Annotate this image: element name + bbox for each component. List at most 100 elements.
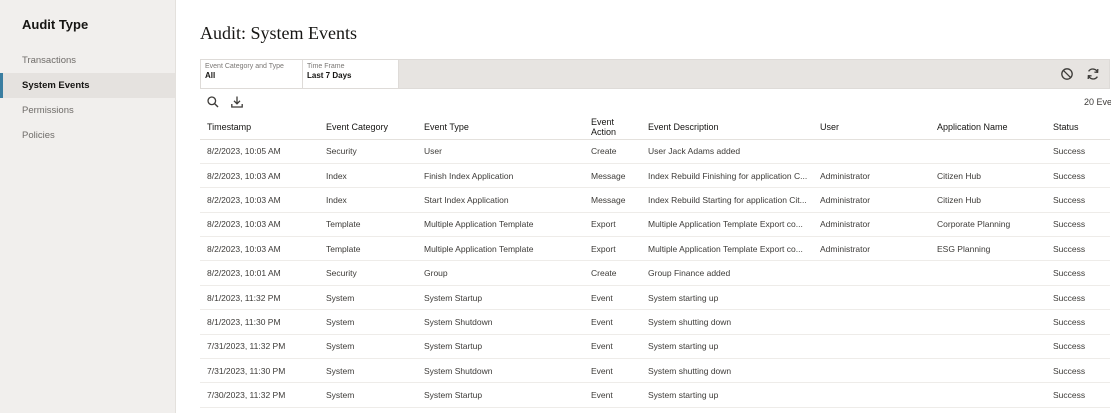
sidebar-item-permissions[interactable]: Permissions	[0, 98, 175, 123]
cell-application-name: ESG Planning	[930, 236, 1046, 262]
table-row[interactable]: 8/2/2023, 10:05 AM Security User Create User…	[200, 139, 1110, 164]
sidebar-item-system-events[interactable]: System Events	[0, 73, 175, 98]
header-event-action[interactable]: Event Action	[584, 115, 641, 140]
table-row[interactable]: 8/2/2023, 10:03 AM Index Start Index Appli…	[200, 187, 1110, 213]
filter-bar: Event Category and Type All Time Frame L…	[200, 59, 1110, 89]
cell-event-action: Create	[584, 139, 641, 164]
table-row[interactable]: 7/31/2023, 11:32 PM System System Startup E…	[200, 334, 1110, 360]
table-row[interactable]: 7/30/2023, 11:32 PM System System Startup E…	[200, 382, 1110, 408]
cell-status: Success	[1046, 358, 1110, 384]
cell-application-name	[930, 139, 1046, 164]
refresh-icon[interactable]	[1085, 66, 1101, 82]
timeframe-filter[interactable]: Time Frame Last 7 Days	[303, 60, 399, 88]
header-event-type[interactable]: Event Type	[417, 115, 584, 140]
cell-application-name	[930, 260, 1046, 286]
table-row[interactable]: 7/31/2023, 11:30 PM System System Shutdown…	[200, 358, 1110, 384]
cell-application-name: Citizen Hub	[930, 187, 1046, 213]
category-filter-value: All	[205, 71, 216, 80]
cell-timestamp: 8/2/2023, 10:03 AM	[200, 236, 319, 262]
download-icon[interactable]	[230, 95, 244, 109]
cell-application-name	[930, 358, 1046, 384]
cell-event-action: Event	[584, 382, 641, 408]
table-row[interactable]: 8/2/2023, 10:01 AM Security Group Create Gro…	[200, 260, 1110, 286]
header-status[interactable]: Status	[1046, 115, 1110, 140]
cell-status: Success	[1046, 285, 1110, 311]
search-icon[interactable]	[206, 95, 220, 109]
table-row[interactable]: 8/1/2023, 11:32 PM System System Startup Ev…	[200, 285, 1110, 311]
sidebar-item-transactions[interactable]: Transactions	[0, 48, 175, 73]
table-row[interactable]: 8/2/2023, 10:03 AM Index Finish Index Appl…	[200, 163, 1110, 189]
cancel-circle-icon[interactable]	[1059, 66, 1075, 82]
cell-event-category: System	[319, 334, 417, 360]
cell-user	[813, 309, 930, 335]
cell-event-description: System shutting down	[641, 358, 813, 384]
cell-event-description: Multiple Application Template Export co.…	[641, 212, 813, 238]
cell-event-type: System Startup	[417, 382, 584, 408]
cell-status: Success	[1046, 260, 1110, 286]
cell-event-type: User	[417, 139, 584, 164]
header-event-category[interactable]: Event Category	[319, 115, 417, 140]
cell-timestamp: 8/2/2023, 10:03 AM	[200, 212, 319, 238]
cell-application-name	[930, 309, 1046, 335]
cell-event-description: User Jack Adams added	[641, 139, 813, 164]
cell-event-type: Multiple Application Template	[417, 212, 584, 238]
app-window: Audit Type Transactions System Events Pe…	[0, 0, 1111, 413]
cell-event-description: Index Rebuild Starting for application C…	[641, 187, 813, 213]
sidebar: Audit Type Transactions System Events Pe…	[0, 0, 176, 413]
timeframe-filter-label: Time Frame	[307, 63, 345, 70]
cell-event-action: Export	[584, 236, 641, 262]
cell-event-category: Index	[319, 187, 417, 213]
header-event-action-line1: Event	[591, 116, 615, 127]
cell-event-action: Create	[584, 260, 641, 286]
cell-event-action: Message	[584, 163, 641, 189]
cell-event-category: Security	[319, 139, 417, 164]
cell-status: Success	[1046, 163, 1110, 189]
timeframe-filter-value: Last 7 Days	[307, 71, 352, 80]
cell-event-description: Group Finance added	[641, 260, 813, 286]
header-event-description[interactable]: Event Description	[641, 115, 813, 140]
cell-status: Success	[1046, 212, 1110, 238]
cell-event-type: System Shutdown	[417, 358, 584, 384]
cell-event-type: System Shutdown	[417, 309, 584, 335]
cell-event-action: Event	[584, 334, 641, 360]
filter-actions	[1059, 66, 1101, 82]
cell-application-name: Citizen Hub	[930, 163, 1046, 189]
cell-status: Success	[1046, 382, 1110, 408]
cell-event-action: Event	[584, 358, 641, 384]
cell-status: Success	[1046, 334, 1110, 360]
table-row[interactable]: 8/2/2023, 10:03 AM Template Multiple Appli…	[200, 236, 1110, 262]
cell-event-action: Export	[584, 212, 641, 238]
header-user[interactable]: User	[813, 115, 930, 140]
table-row[interactable]: 8/2/2023, 10:03 AM Template Multiple Appli…	[200, 212, 1110, 238]
cell-timestamp: 7/31/2023, 11:30 PM	[200, 358, 319, 384]
cell-event-category: Template	[319, 236, 417, 262]
header-application-name[interactable]: Application Name	[930, 115, 1046, 140]
cell-timestamp: 8/2/2023, 10:05 AM	[200, 139, 319, 164]
cell-timestamp: 8/2/2023, 10:03 AM	[200, 187, 319, 213]
cell-status: Success	[1046, 309, 1110, 335]
cell-user: Administrator	[813, 187, 930, 213]
category-filter[interactable]: Event Category and Type All	[201, 60, 303, 88]
cell-event-description: System starting up	[641, 382, 813, 408]
cell-user: Administrator	[813, 212, 930, 238]
cell-user: Administrator	[813, 236, 930, 262]
cell-user	[813, 358, 930, 384]
cell-event-type: System Startup	[417, 334, 584, 360]
cell-event-description: System starting up	[641, 334, 813, 360]
cell-event-type: System Startup	[417, 285, 584, 311]
header-timestamp[interactable]: Timestamp	[200, 115, 319, 140]
table-row[interactable]: 8/1/2023, 11:30 PM System System Shutdown E…	[200, 309, 1110, 335]
cell-application-name	[930, 285, 1046, 311]
cell-application-name: Corporate Planning	[930, 212, 1046, 238]
cell-timestamp: 7/31/2023, 11:32 PM	[200, 334, 319, 360]
cell-event-action: Event	[584, 285, 641, 311]
cell-event-description: System starting up	[641, 285, 813, 311]
cell-event-type: Multiple Application Template	[417, 236, 584, 262]
cell-application-name	[930, 334, 1046, 360]
cell-event-type: Group	[417, 260, 584, 286]
cell-event-action: Event	[584, 309, 641, 335]
sidebar-title: Audit Type	[22, 17, 89, 32]
header-event-action-line2: Action	[591, 126, 617, 137]
category-filter-label: Event Category and Type	[205, 63, 284, 70]
sidebar-item-policies[interactable]: Policies	[0, 123, 175, 148]
